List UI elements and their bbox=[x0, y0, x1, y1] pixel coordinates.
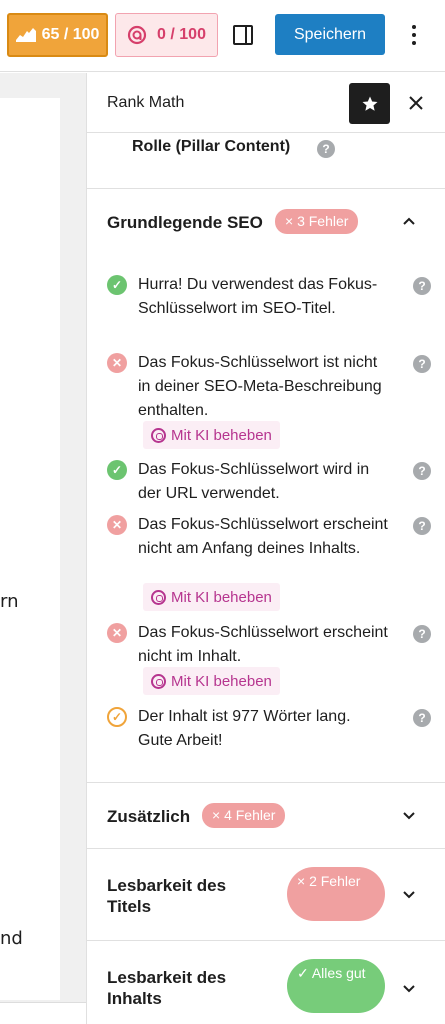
content-ai-score-value: 0 / 100 bbox=[157, 26, 206, 43]
basic-seo-title[interactable]: Grundlegende SEO bbox=[107, 212, 263, 233]
fix-with-ai-button[interactable]: Mit KI beheben bbox=[143, 667, 280, 695]
toggle-sidebar-button[interactable] bbox=[230, 22, 256, 48]
help-icon[interactable]: ? bbox=[413, 277, 431, 295]
help-icon[interactable]: ? bbox=[413, 625, 431, 643]
close-icon bbox=[409, 96, 423, 110]
check-text: Das Fokus-Schlüsselwort erscheint nicht … bbox=[138, 624, 388, 665]
content-ai-icon bbox=[151, 589, 166, 605]
rank-math-sidebar: Rank Math Rolle (Pillar Content) ? Grund… bbox=[86, 73, 445, 1024]
help-icon[interactable]: ? bbox=[413, 355, 431, 373]
basic-seo-panel: Grundlegende SEO × 3 Fehler ✓ Hurra! Du … bbox=[87, 189, 445, 783]
rank-math-logo-icon bbox=[15, 28, 36, 42]
pillar-content-label: Rolle (Pillar Content) bbox=[132, 138, 291, 155]
more-vertical-icon bbox=[412, 25, 416, 29]
help-icon[interactable]: ? bbox=[413, 709, 431, 727]
seo-score-value: 65 / 100 bbox=[41, 26, 100, 43]
content-ai-score-button[interactable]: 0 / 100 bbox=[115, 13, 218, 57]
content-readability-panel[interactable]: Lesbarkeit des Inhalts ✓ Alles gut bbox=[87, 941, 445, 1024]
editor-content-area[interactable] bbox=[0, 98, 60, 1000]
editor-toolbar: 65 / 100 0 / 100 Speichern bbox=[0, 0, 445, 72]
check-fail-icon: ✕ bbox=[107, 353, 127, 373]
editor-canvas: rn nd bbox=[0, 73, 86, 1024]
check-pass-icon: ✓ bbox=[107, 460, 127, 480]
check-pass-icon: ✓ bbox=[107, 275, 127, 295]
sidebar-header: Rank Math bbox=[87, 73, 445, 133]
additional-title: Zusätzlich bbox=[107, 807, 191, 826]
title-readability-panel[interactable]: Lesbarkeit des Titels × 2 Fehler bbox=[87, 849, 445, 941]
check-text: Das Fokus-Schlüsselwort erscheint nicht … bbox=[138, 516, 388, 557]
error-count-badge: × 4 Fehler bbox=[202, 803, 286, 828]
save-button[interactable]: Speichern bbox=[275, 14, 385, 55]
all-good-badge: ✓ Alles gut bbox=[287, 959, 385, 1013]
fix-with-ai-button[interactable]: Mit KI beheben bbox=[143, 421, 280, 449]
error-count-badge: × 2 Fehler bbox=[287, 867, 385, 921]
content-readability-title: Lesbarkeit des Inhalts bbox=[107, 968, 227, 1008]
error-count-badge: × 3 Fehler bbox=[275, 209, 359, 234]
seo-score-button[interactable]: 65 / 100 bbox=[7, 13, 108, 57]
editor-text-fragment: rn bbox=[0, 591, 19, 612]
pillar-content-row: Rolle (Pillar Content) ? bbox=[87, 133, 445, 189]
check-text: Das Fokus-Schlüsselwort ist nicht in dei… bbox=[138, 354, 382, 419]
close-sidebar-button[interactable] bbox=[405, 90, 427, 116]
check-text: Hurra! Du verwendest das Fokus-Schlüssel… bbox=[138, 276, 378, 317]
editor-text-fragment: nd bbox=[0, 928, 23, 949]
more-options-button[interactable] bbox=[404, 22, 424, 48]
title-readability-title: Lesbarkeit des Titels bbox=[107, 876, 227, 916]
chevron-down-icon[interactable] bbox=[401, 981, 417, 997]
help-icon[interactable]: ? bbox=[413, 462, 431, 480]
chevron-down-icon[interactable] bbox=[401, 887, 417, 903]
content-ai-icon bbox=[151, 673, 166, 689]
sidebar-layout-icon bbox=[233, 25, 253, 45]
additional-panel[interactable]: Zusätzlich × 4 Fehler bbox=[87, 783, 445, 849]
sidebar-title: Rank Math bbox=[107, 94, 185, 111]
pin-favorite-button[interactable] bbox=[349, 83, 390, 124]
star-icon bbox=[362, 96, 377, 111]
fix-with-ai-button[interactable]: Mit KI beheben bbox=[143, 583, 280, 611]
check-warning-icon: ✓ bbox=[107, 707, 127, 727]
content-ai-icon bbox=[127, 25, 147, 45]
check-fail-icon: ✕ bbox=[107, 515, 127, 535]
chevron-up-icon[interactable] bbox=[401, 213, 417, 229]
help-icon[interactable]: ? bbox=[413, 517, 431, 535]
check-text: Der Inhalt ist 977 Wörter lang. Gute Arb… bbox=[138, 708, 351, 749]
check-text: Das Fokus-Schlüsselwort wird in der URL … bbox=[138, 461, 370, 502]
help-icon[interactable]: ? bbox=[317, 140, 335, 158]
content-ai-icon bbox=[151, 427, 166, 443]
editor-footer bbox=[0, 1002, 86, 1024]
chevron-down-icon[interactable] bbox=[401, 808, 417, 824]
check-fail-icon: ✕ bbox=[107, 623, 127, 643]
